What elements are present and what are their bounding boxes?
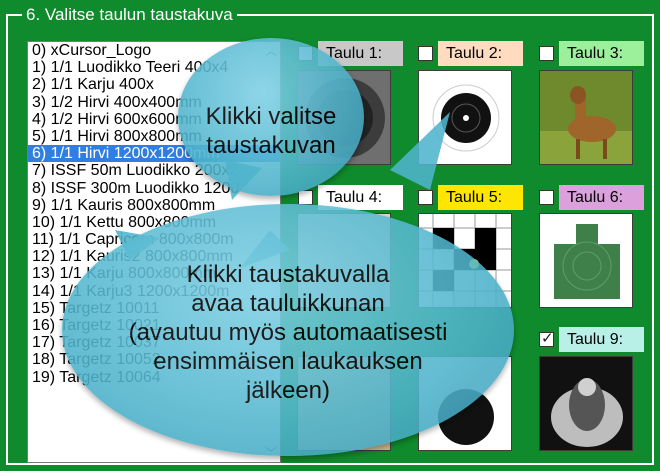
hint-bubble-bottom: Klikki taustakuvalla avaa tauluikkunan (… <box>62 204 514 456</box>
hint-bottom-line-3: (avautuu myös automaatisesti <box>128 319 448 346</box>
hint-bottom-line-1: Klikki taustakuvalla <box>186 261 390 288</box>
hint-bottom-line-2: avaa tauluikkunan <box>191 290 385 317</box>
hint-bottom-line-5: jälkeen) <box>245 377 331 404</box>
hint-bottom-line-4: ensimmäisen laukauksen <box>153 348 423 375</box>
